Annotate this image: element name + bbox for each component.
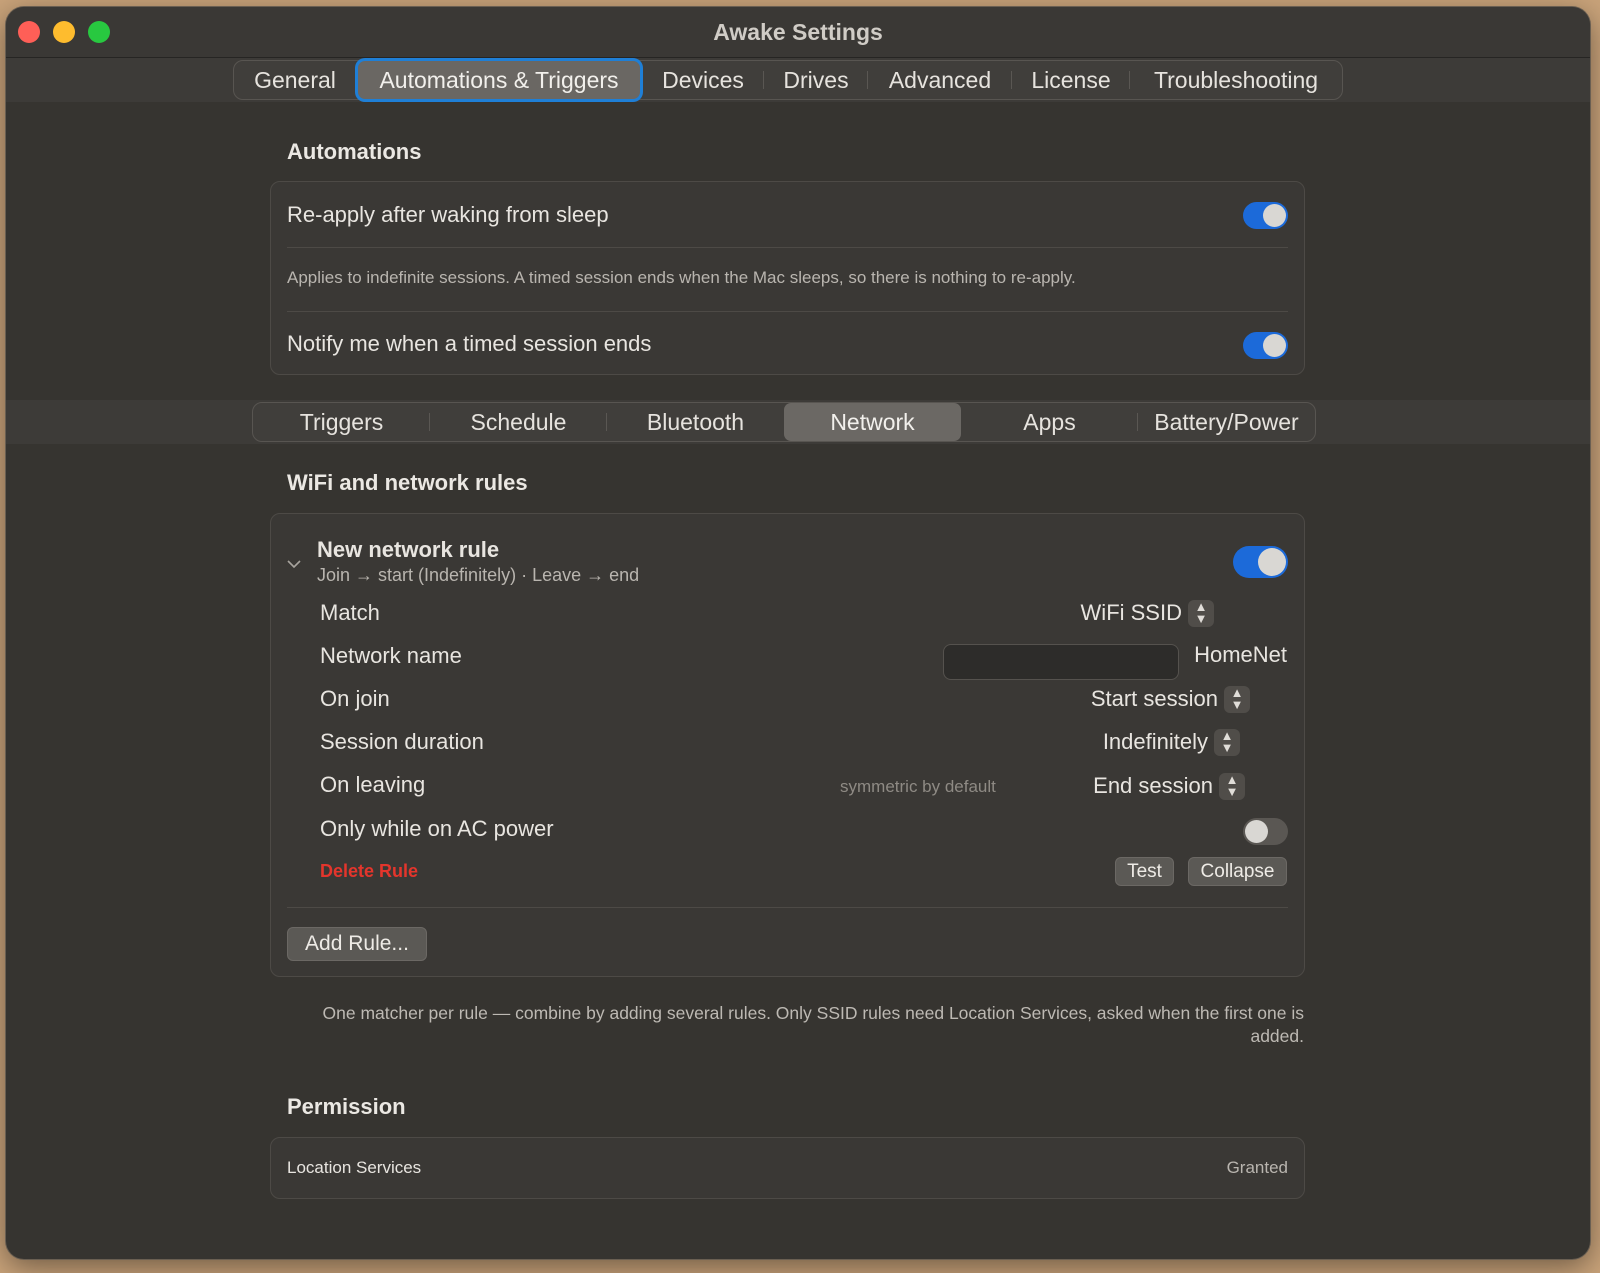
tab-label: Devices [662,66,744,93]
tab-troubleshooting[interactable]: Troubleshooting [1130,61,1342,99]
subtab-label: Schedule [470,408,567,435]
reapply-label: Re-apply after waking from sleep [287,202,609,227]
network-rules-heading: WiFi and network rules [287,470,528,495]
subtab-label: Bluetooth [646,408,745,435]
divider [287,907,1288,908]
subtab-apps[interactable]: Apps [961,403,1138,441]
subtab-label: Battery/Power [1154,408,1299,435]
tab-label: General [254,66,336,93]
rule-enabled-toggle[interactable] [1233,546,1288,578]
match-label: Match [320,600,380,625]
subtab-label: Apps [1023,408,1076,435]
window-title: Awake Settings [713,19,883,45]
network-name-input[interactable] [943,644,1179,680]
ac-power-label: Only while on AC power [320,816,554,841]
subtab-bluetooth[interactable]: Bluetooth [607,403,784,441]
rule-name: New network rule [317,537,500,562]
divider [287,311,1288,312]
subtab-label: Network [830,408,915,435]
on-join-label: On join [320,686,390,711]
on-leaving-label: On leaving [320,772,426,797]
session-duration-label: Session duration [320,729,484,754]
subtab-battery-power[interactable]: Battery/Power [1138,403,1315,441]
permission-heading: Permission [287,1094,406,1119]
up-down-chevron-icon[interactable]: ▲ ▼ [1219,773,1245,800]
automation-subtab-bar: Triggers Schedule Bluetooth Network Apps… [252,402,1316,442]
tab-label: Automations & Triggers [379,66,619,93]
automations-heading: Automations [287,139,422,164]
test-button[interactable]: Test [1115,857,1174,886]
subtab-label: Triggers [299,408,384,435]
automations-card: Re-apply after waking from sleep Applies… [270,181,1305,375]
tab-license[interactable]: License [1012,61,1130,99]
tab-devices[interactable]: Devices [642,61,764,99]
reapply-note: Applies to indefinite sessions. A timed … [287,268,1076,287]
network-name-value: HomeNet [1194,642,1287,667]
tab-automations-triggers[interactable]: Automations & Triggers [358,61,640,99]
tab-advanced[interactable]: Advanced [868,61,1012,99]
delete-rule-button[interactable]: Delete Rule [320,861,418,882]
reapply-toggle[interactable] [1243,202,1288,229]
title-bar: Awake Settings [6,7,1590,58]
match-select[interactable]: WiFi SSID [1081,600,1182,626]
permission-card: Location Services Granted [270,1137,1305,1199]
tab-label: License [1031,66,1111,93]
subtab-network[interactable]: Network [784,403,961,441]
settings-window: Awake Settings General Automations & Tri… [6,7,1590,1259]
location-services-label: Location Services [287,1158,422,1177]
collapse-button[interactable]: Collapse [1188,857,1287,886]
tab-label: Drives [783,66,849,93]
notify-label: Notify me when a timed session ends [287,331,652,356]
network-footnote: One matcher per rule — combine by adding… [322,1003,1304,1046]
rule-summary: Join → start (Indefinitely) · Leave → en… [317,565,640,585]
up-down-chevron-icon[interactable]: ▲ ▼ [1224,686,1250,713]
add-rule-button[interactable]: Add Rule... [287,927,427,961]
session-duration-select[interactable]: Indefinitely [1103,729,1208,755]
on-join-select[interactable]: Start session [1091,686,1218,712]
divider [287,247,1288,248]
network-rules-card: New network rule Join → start (Indefinit… [270,513,1305,977]
tab-drives[interactable]: Drives [764,61,868,99]
main-tab-bar: General Automations & Triggers Devices D… [233,60,1343,100]
notify-toggle[interactable] [1243,332,1288,359]
ac-power-toggle[interactable] [1243,818,1288,845]
subtab-triggers[interactable]: Triggers [253,403,430,441]
network-name-label: Network name [320,643,462,668]
up-down-chevron-icon[interactable]: ▲ ▼ [1214,729,1240,756]
tab-label: Troubleshooting [1153,66,1319,93]
on-leaving-hint: symmetric by default [840,777,996,796]
subtab-schedule[interactable]: Schedule [430,403,607,441]
tab-label: Advanced [888,66,992,93]
on-leaving-select[interactable]: End session [1093,773,1213,799]
up-down-chevron-icon[interactable]: ▲ ▼ [1188,600,1214,627]
location-services-status: Granted [1226,1158,1288,1177]
tab-general[interactable]: General [234,61,356,99]
chevron-down-icon[interactable] [287,556,301,572]
